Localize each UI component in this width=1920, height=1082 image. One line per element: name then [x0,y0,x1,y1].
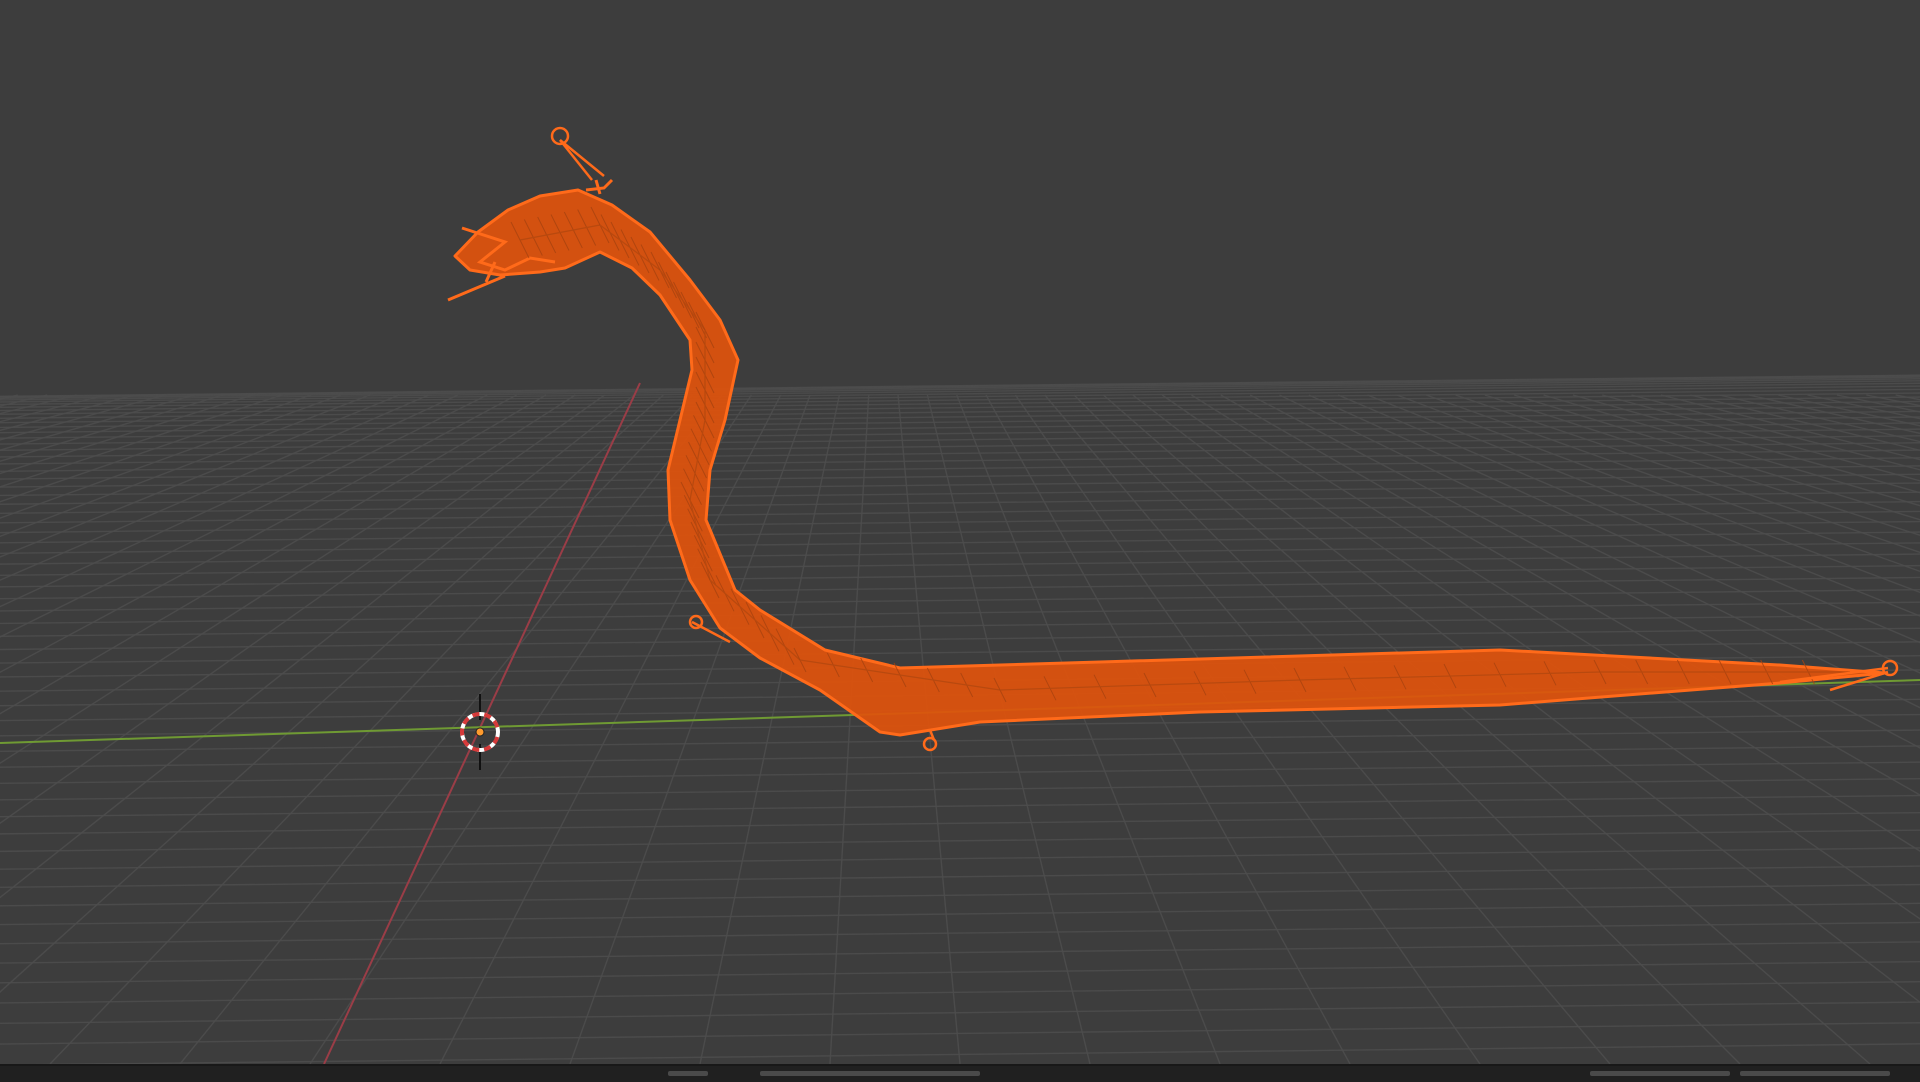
grid-line [0,746,1920,767]
timeline-segment [1590,1071,1730,1076]
grid-line [1191,395,1920,1064]
3d-viewport[interactable] [0,0,1920,1064]
grid-line [1045,395,1610,1064]
grid-line [0,848,1920,869]
timeline-segment [668,1071,708,1076]
grid-line [0,1023,1920,1044]
grid-line [0,903,1920,924]
grid-line [986,395,1350,1064]
timeline-segment [1740,1071,1890,1076]
grid-line [0,602,1920,623]
grid-line [0,590,1920,611]
grid-line [0,554,1920,575]
grid-line [0,406,1920,427]
grid-line [0,1002,1920,1023]
grid-line [0,474,1920,495]
grid-line [180,395,722,1064]
grid-line [0,566,1920,587]
grid-line [0,522,1920,543]
grid-line [0,885,1920,906]
grid-line [0,381,1920,402]
grid-line [0,866,1920,887]
viewport-bottom-bar [0,1064,1920,1082]
serpent-body-mesh[interactable] [455,190,1885,735]
grid-line [1015,395,1480,1064]
3d-cursor-icon[interactable] [462,694,498,770]
grid-line [957,395,1220,1064]
grid-line [0,628,1920,649]
grid-line [0,982,1920,1003]
viewport-scene[interactable] [0,0,1920,1064]
grid-line [1808,395,1920,1064]
grid-line [0,942,1920,963]
timeline-segment [760,1071,980,1076]
grid-line [1837,395,1920,1064]
grid-line [0,779,1920,800]
grid-line [0,615,1920,636]
bone-neck-joint[interactable] [690,616,702,628]
grid-line [0,962,1920,983]
grid-line [0,830,1920,851]
grid-line [0,395,575,1064]
serpent-horn-wire [586,180,612,194]
grid-line [0,492,1920,513]
grid-line [927,395,1090,1064]
grid-line [0,795,1920,816]
grid-line [0,922,1920,943]
